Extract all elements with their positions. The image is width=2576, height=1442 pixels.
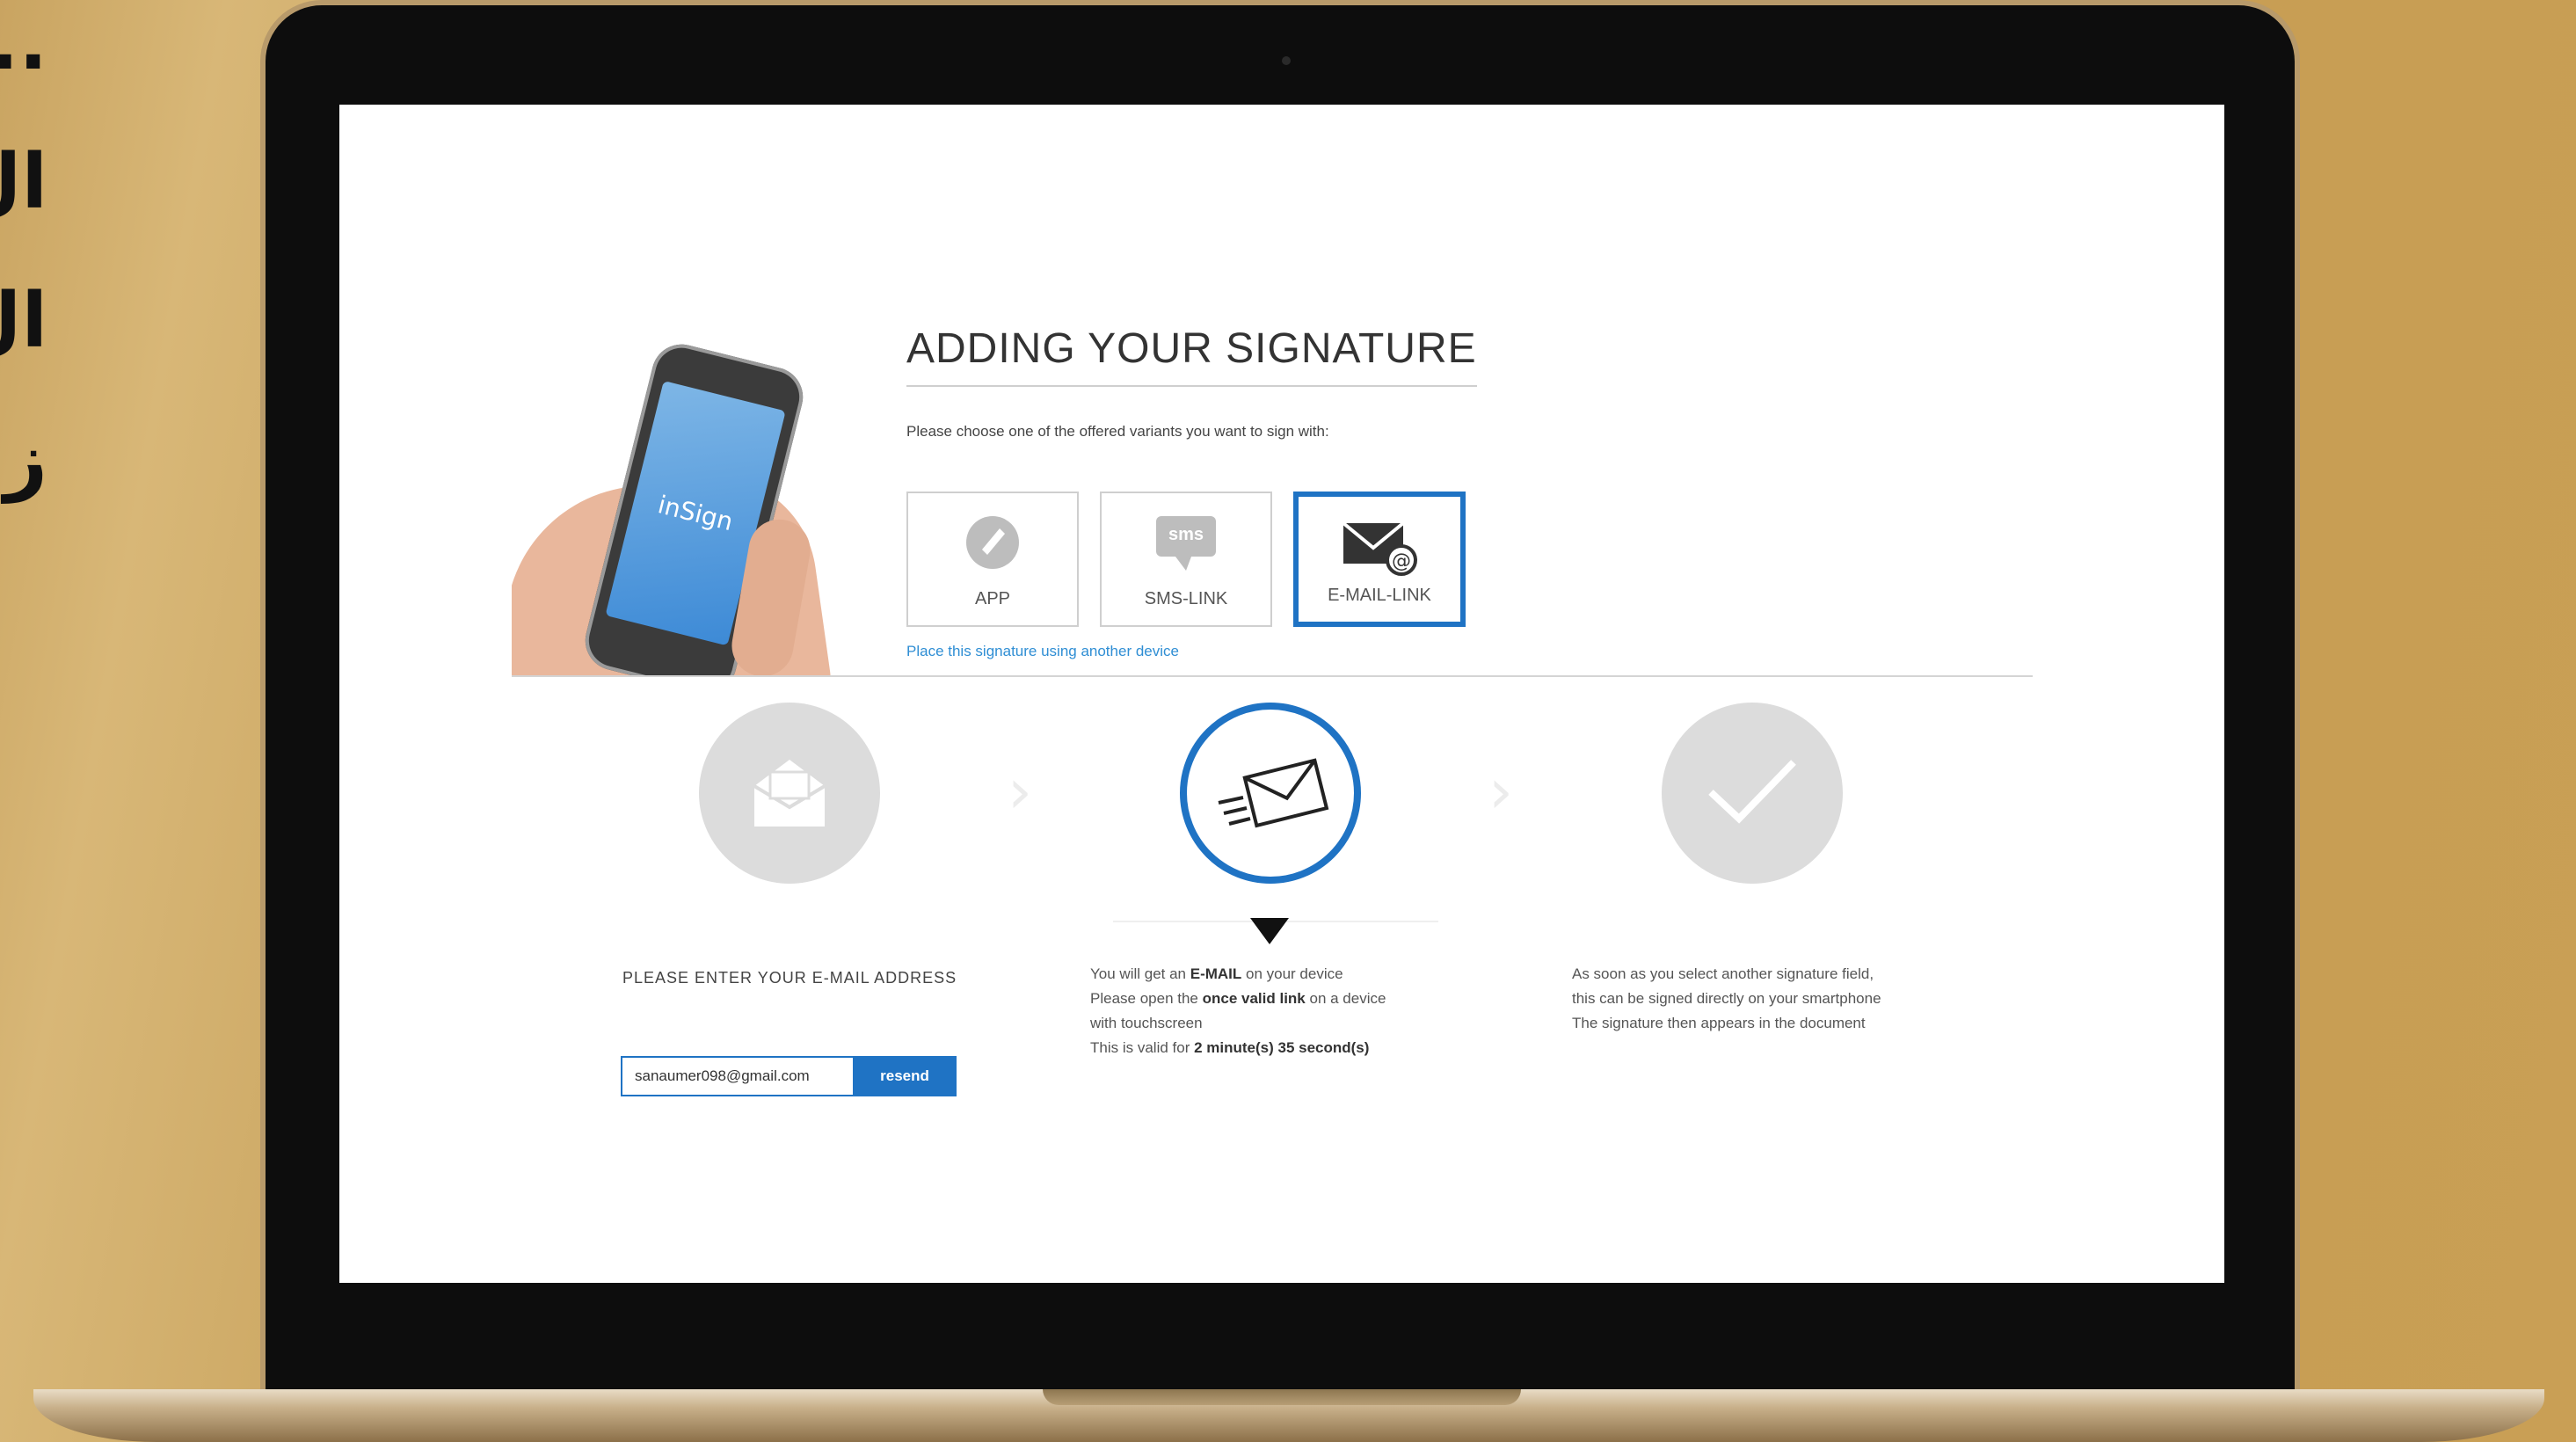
arabic-text-line: ز (4, 416, 47, 504)
step-receive-email (1180, 703, 1361, 884)
instruction-bold: E-MAIL (1190, 965, 1242, 982)
option-sms-link[interactable]: sms SMS-LINK (1100, 492, 1272, 627)
validity-timer: 2 minute(s) 35 second(s) (1194, 1039, 1370, 1056)
chevron-right-icon: › (1488, 755, 1513, 827)
email-at-icon: @ (1340, 518, 1419, 584)
info-text: this can be signed directly on your smar… (1572, 990, 1881, 1007)
svg-text:@: @ (1392, 550, 1411, 572)
instruction-bold: once valid link (1202, 990, 1306, 1007)
arabic-text-line: .. (0, 0, 47, 87)
instruction-text: on a device (1305, 990, 1386, 1007)
email-field[interactable] (621, 1056, 853, 1096)
resend-button[interactable]: resend (853, 1056, 957, 1096)
open-envelope-icon (747, 751, 832, 840)
option-label: E-MAIL-LINK (1328, 586, 1431, 605)
section-divider (512, 675, 2033, 677)
page-subtitle: Please choose one of the offered variant… (906, 423, 1329, 440)
instruction-text: Please open the (1090, 990, 1203, 1007)
info-text: As soon as you select another signature … (1572, 965, 1874, 982)
sms-icon-text: sms (1168, 525, 1204, 544)
instruction-text: with touchscreen (1090, 1015, 1203, 1031)
webcam (1282, 56, 1291, 65)
checkmark-icon (1704, 755, 1801, 830)
instruction-text: This is valid for (1090, 1039, 1195, 1056)
sms-icon: sms (1154, 514, 1218, 577)
app-screen: inSign ADDING YOUR SIGNATURE Please choo… (339, 105, 2224, 1283)
laptop-notch (1043, 1389, 1521, 1405)
send-mail-icon (1212, 754, 1335, 842)
arabic-text-line: ال (0, 138, 47, 226)
app-icon (964, 514, 1021, 575)
option-email-link[interactable]: @ E-MAIL-LINK (1293, 492, 1466, 627)
step-email-title: PLEASE ENTER YOUR E-MAIL ADDRESS (622, 969, 957, 987)
background-arabic-text: .. ال ال ز (0, 0, 47, 529)
step-email-instructions: You will get an E-MAIL on your device Pl… (1090, 962, 1386, 1060)
another-device-link[interactable]: Place this signature using another devic… (906, 643, 1179, 660)
arabic-text-line: ال (0, 277, 47, 365)
step-signed (1662, 703, 1843, 884)
chevron-right-icon: › (1008, 755, 1032, 827)
triangle-down-icon (1250, 918, 1289, 944)
step-signed-info: As soon as you select another signature … (1572, 962, 1881, 1036)
phone-illustration: inSign (512, 334, 881, 677)
email-form: resend (621, 1056, 957, 1096)
option-label: SMS-LINK (1144, 589, 1228, 608)
option-label: APP (974, 589, 1011, 608)
option-app[interactable]: APP (906, 492, 1079, 627)
info-text: The signature then appears in the docume… (1572, 1015, 1866, 1031)
instruction-text: on your device (1241, 965, 1343, 982)
instruction-text: You will get an (1090, 965, 1190, 982)
page-title: ADDING YOUR SIGNATURE (906, 324, 1477, 387)
step-enter-email (699, 703, 880, 884)
